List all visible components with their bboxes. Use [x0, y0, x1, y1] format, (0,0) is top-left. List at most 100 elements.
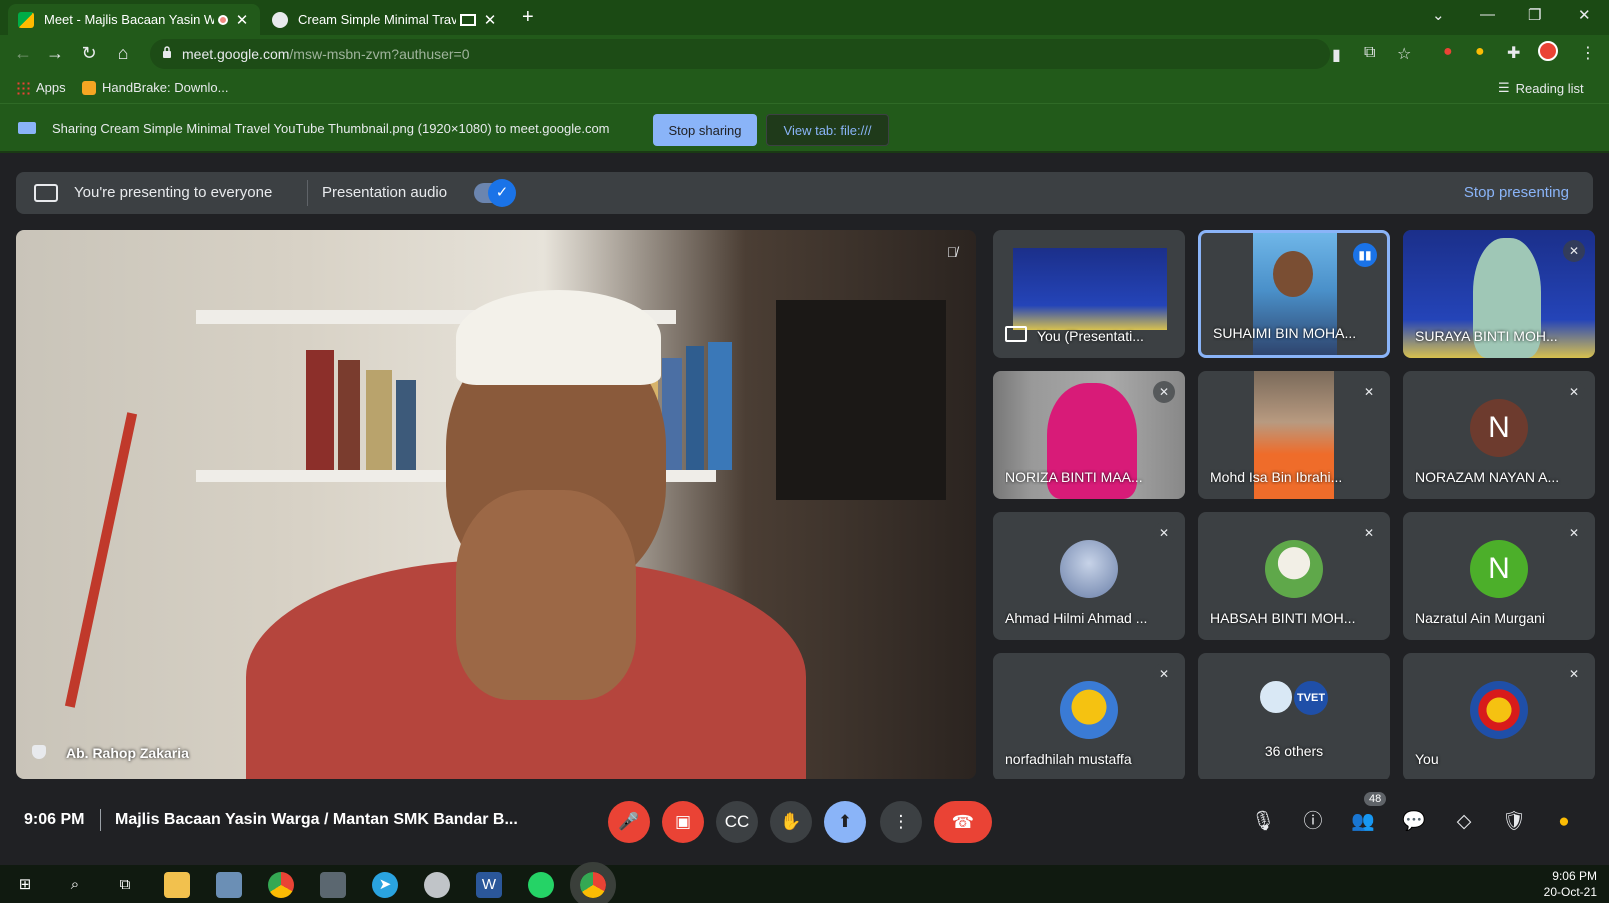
new-tab-button[interactable]: + — [522, 6, 534, 29]
search-icon[interactable]: ⌕ — [62, 872, 88, 898]
minimize-button[interactable]: — — [1480, 6, 1495, 23]
red-broom — [64, 412, 138, 708]
tile-mohd-isa[interactable]: ✕ Mohd Isa Bin Ibrahi... — [1198, 371, 1390, 499]
tile-suhaimi[interactable]: ▮▮ SUHAIMI BIN MOHA... — [1198, 230, 1390, 358]
camera-off-button[interactable]: ▣ — [662, 801, 704, 843]
mic-off-icon: 🎙̸ — [946, 244, 958, 260]
bookmark-apps[interactable]: Apps — [16, 80, 66, 95]
people-icon[interactable]: 👥 — [1350, 809, 1376, 835]
tab-cream[interactable]: Cream Simple Minimal Trave ✕ — [262, 4, 508, 35]
whatsapp-icon[interactable] — [528, 872, 554, 898]
profile-avatar[interactable] — [1538, 41, 1558, 61]
tile-noriza[interactable]: ✕ NORIZA BINTI MAA... — [993, 371, 1185, 499]
chrome-icon[interactable] — [570, 862, 616, 903]
telegram-icon[interactable]: ➤ — [372, 872, 398, 898]
url-domain: meet.google.com — [182, 46, 290, 62]
present-now-button[interactable]: ⬆ — [824, 801, 866, 843]
tile-name: Ahmad Hilmi Ahmad ... — [1005, 610, 1148, 626]
mic-off-button[interactable]: 🎤 — [608, 801, 650, 843]
task-view-icon[interactable]: ⧉ — [112, 872, 138, 898]
app-icon[interactable] — [424, 872, 450, 898]
lock-icon — [163, 46, 171, 58]
reading-list-button[interactable]: ☰ Reading list — [1498, 80, 1584, 96]
menu-kebab-icon[interactable]: ⋮ — [1580, 43, 1596, 63]
forward-icon[interactable]: → — [44, 43, 66, 64]
reading-list-icon: ☰ — [1498, 80, 1510, 95]
back-icon[interactable]: ← — [12, 43, 34, 64]
bookmark-handbrake[interactable]: HandBrake: Downlo... — [82, 80, 228, 95]
stop-sharing-button[interactable]: Stop sharing — [653, 114, 757, 146]
extension-bulb-icon[interactable]: ● — [1475, 43, 1485, 61]
close-tab-icon[interactable]: ✕ — [234, 11, 250, 29]
chat-icon[interactable]: 💬 — [1401, 809, 1427, 835]
speaking-indicator-icon: ▮▮ — [1353, 243, 1377, 267]
more-options-button[interactable]: ⋮ — [880, 801, 922, 843]
stop-presenting-button[interactable]: Stop presenting — [1464, 184, 1569, 201]
tab-title: Meet - Majlis Bacaan Yasin W — [44, 12, 214, 27]
extensions-puzzle-icon[interactable]: ✚ — [1507, 43, 1520, 63]
tile-name: SURAYA BINTI MOH... — [1415, 328, 1558, 344]
presenting-text: You're presenting to everyone — [74, 184, 273, 201]
raise-hand-button[interactable]: ✋ — [770, 801, 812, 843]
activities-icon[interactable]: ◇ — [1451, 809, 1477, 835]
home-icon[interactable]: ⌂ — [112, 43, 134, 64]
handbrake-icon — [82, 80, 96, 95]
open-in-window-icon[interactable]: ⧉ — [1364, 44, 1375, 62]
captions-button[interactable]: CC — [716, 801, 758, 843]
chrome-icon[interactable] — [268, 872, 294, 898]
reload-icon[interactable]: ↻ — [78, 43, 100, 64]
main-speaker-video[interactable]: 🎙̸ Ab. Rahop Zakaria — [16, 230, 976, 779]
meet-favicon-icon — [18, 11, 34, 28]
app-icon[interactable] — [320, 872, 346, 898]
bookmark-star-icon[interactable]: ☆ — [1397, 44, 1411, 64]
close-tab-icon[interactable]: ✕ — [482, 11, 498, 29]
mic-off-icon: ✕ — [1563, 240, 1585, 262]
participants-count-badge: 48 — [1364, 792, 1387, 806]
tile-ahmad-hilmi[interactable]: ✕ Ahmad Hilmi Ahmad ... — [993, 512, 1185, 640]
url-text: meet.google.com/msw-msbn-zvm?authuser=0 — [182, 46, 470, 62]
tile-habsah[interactable]: ✕ HABSAH BINTI MOH... — [1198, 512, 1390, 640]
avatar: N — [1470, 399, 1528, 457]
leave-call-button[interactable]: ☎ — [934, 801, 992, 843]
system-clock[interactable]: 9:06 PM 20-Oct-21 — [1544, 868, 1597, 900]
file-explorer-icon[interactable] — [164, 872, 190, 898]
extension-red-icon[interactable]: ● — [1443, 43, 1453, 61]
avatar — [1258, 679, 1294, 715]
tile-name: SUHAIMI BIN MOHA... — [1213, 325, 1357, 341]
tile-norfadhilah[interactable]: ✕ norfadhilah mustaffa — [993, 653, 1185, 781]
present-screen-icon — [34, 184, 58, 202]
mic-off-icon: ✕ — [1153, 663, 1175, 685]
view-tab-button[interactable]: View tab: file:/// — [766, 114, 889, 146]
mic-off-icon: ✕ — [1358, 381, 1380, 403]
maximize-button[interactable]: ❐ — [1528, 6, 1541, 24]
tile-suraya[interactable]: ✕ SURAYA BINTI MOH... — [1403, 230, 1595, 358]
pin-icon[interactable] — [32, 745, 46, 759]
avatar — [1470, 681, 1528, 739]
extension-bulb-icon[interactable]: ● — [1551, 809, 1577, 835]
browser-tabstrip: Meet - Majlis Bacaan Yasin W ✕ Cream Sim… — [0, 0, 1609, 35]
bookmark-label: HandBrake: Downlo... — [102, 80, 229, 95]
app-icon[interactable] — [216, 872, 242, 898]
windows-start-icon[interactable]: ⊞ — [12, 872, 38, 898]
tile-nazratul[interactable]: N ✕ Nazratul Ain Murgani — [1403, 512, 1595, 640]
tile-norazam[interactable]: N ✕ NORAZAM NAYAN A... — [1403, 371, 1595, 499]
tile-name: Mohd Isa Bin Ibrahi... — [1210, 469, 1343, 485]
mute-all-icon[interactable]: 🎙 — [1250, 809, 1276, 835]
tile-you[interactable]: ✕ You — [1403, 653, 1595, 781]
checkmark-icon[interactable]: ✓ — [488, 179, 516, 207]
tab-title: Cream Simple Minimal Trave — [298, 12, 456, 27]
tile-presentation[interactable]: You (Presentati... — [993, 230, 1185, 358]
reading-list-label: Reading list — [1515, 80, 1584, 96]
close-window-button[interactable]: ✕ — [1578, 6, 1591, 24]
url-path: /msw-msbn-zvm?authuser=0 — [289, 46, 470, 62]
word-icon[interactable]: W — [476, 872, 502, 898]
tab-search-icon[interactable]: ⌄ — [1432, 6, 1445, 24]
mic-off-icon: ✕ — [1153, 381, 1175, 403]
tab-meet[interactable]: Meet - Majlis Bacaan Yasin W ✕ — [8, 4, 260, 35]
camera-icon[interactable]: ▮ — [1332, 45, 1341, 65]
tile-others[interactable]: TVET 36 others — [1198, 653, 1390, 781]
address-bar[interactable]: meet.google.com/msw-msbn-zvm?authuser=0 … — [150, 39, 1411, 69]
meeting-details-icon[interactable]: ⓘ — [1300, 809, 1326, 835]
host-controls-icon[interactable]: 🛡 — [1501, 809, 1527, 835]
screen-share-icon — [18, 122, 36, 134]
